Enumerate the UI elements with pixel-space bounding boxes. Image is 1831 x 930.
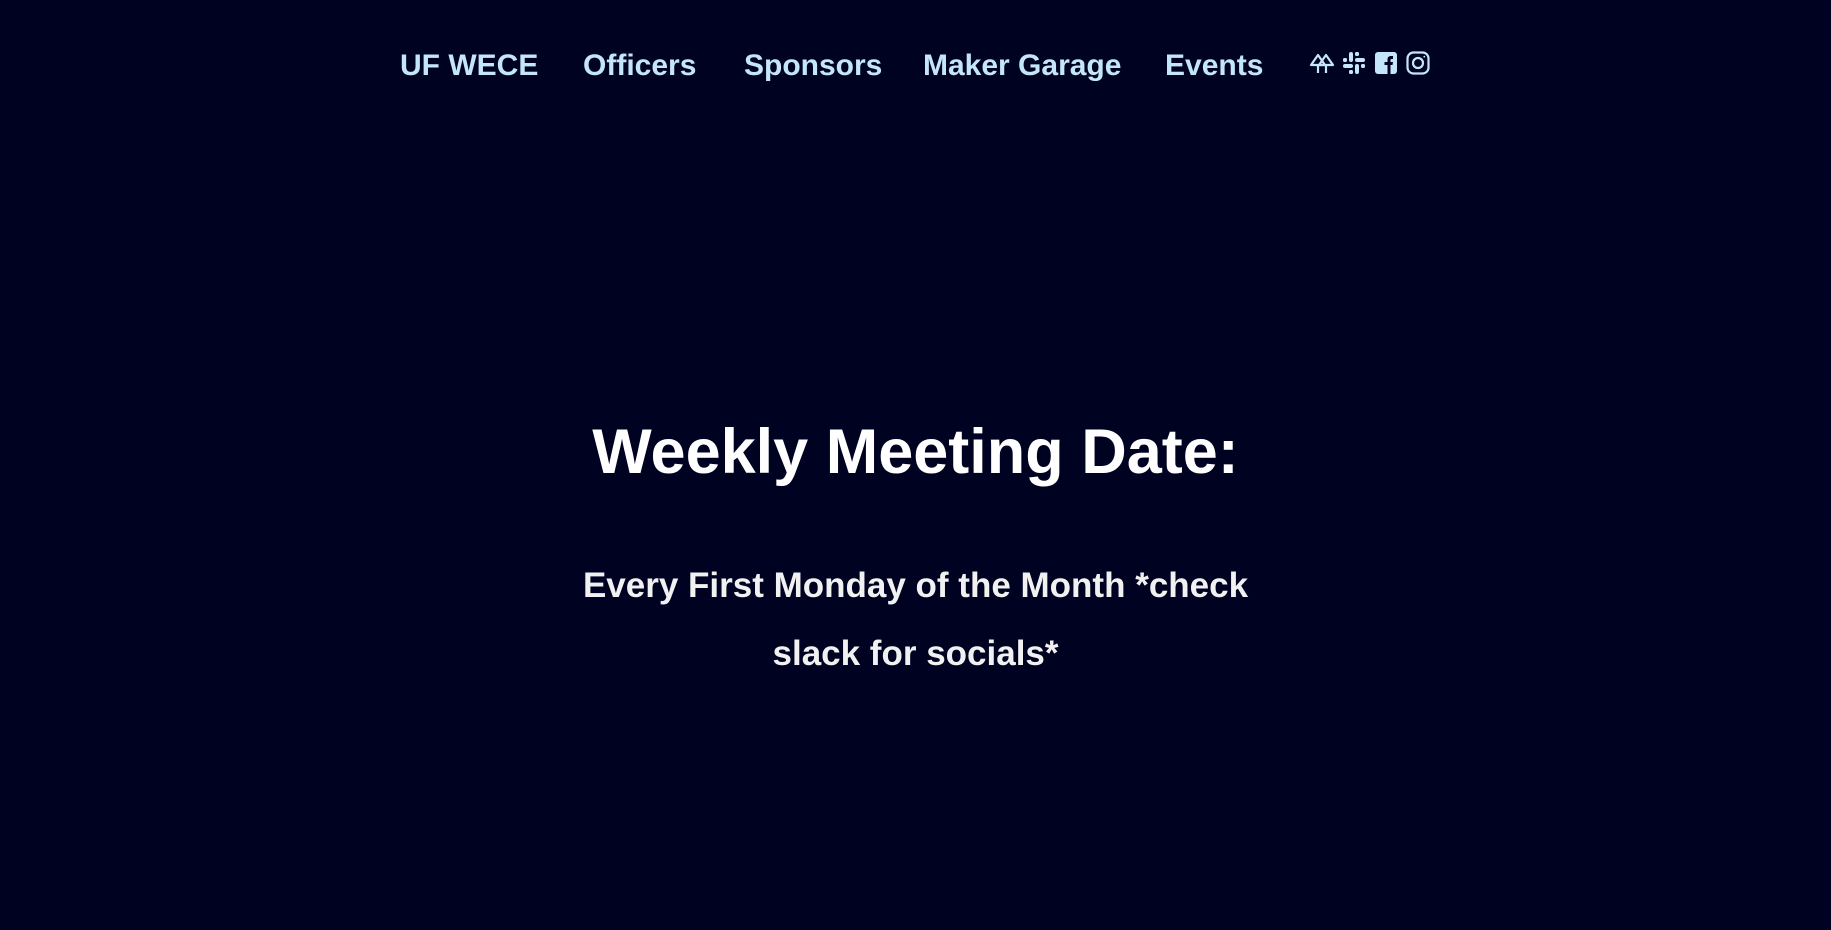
nav-events[interactable]: Events xyxy=(1165,46,1263,86)
nav-officers[interactable]: Officers xyxy=(583,46,696,86)
social-icons xyxy=(1309,48,1431,78)
top-navbar: UF WECE Officers Sponsors Maker Garage E… xyxy=(0,0,1831,130)
page-title: Weekly Meeting Date: xyxy=(592,417,1239,487)
instagram-icon[interactable] xyxy=(1405,50,1431,76)
meeting-schedule-line-2: slack for socials* xyxy=(772,634,1059,673)
facebook-icon[interactable] xyxy=(1373,50,1399,76)
slack-icon[interactable] xyxy=(1341,50,1367,76)
brand-link[interactable]: UF WECE xyxy=(400,46,538,86)
nav-maker-garage[interactable]: Maker Garage xyxy=(923,46,1121,86)
linktree-icon[interactable] xyxy=(1309,50,1335,76)
meeting-schedule-line-1: Every First Monday of the Month *check xyxy=(582,566,1249,605)
nav-sponsors[interactable]: Sponsors xyxy=(744,46,882,86)
meeting-schedule-text: Every First Monday of the Month *check s… xyxy=(0,552,1831,688)
